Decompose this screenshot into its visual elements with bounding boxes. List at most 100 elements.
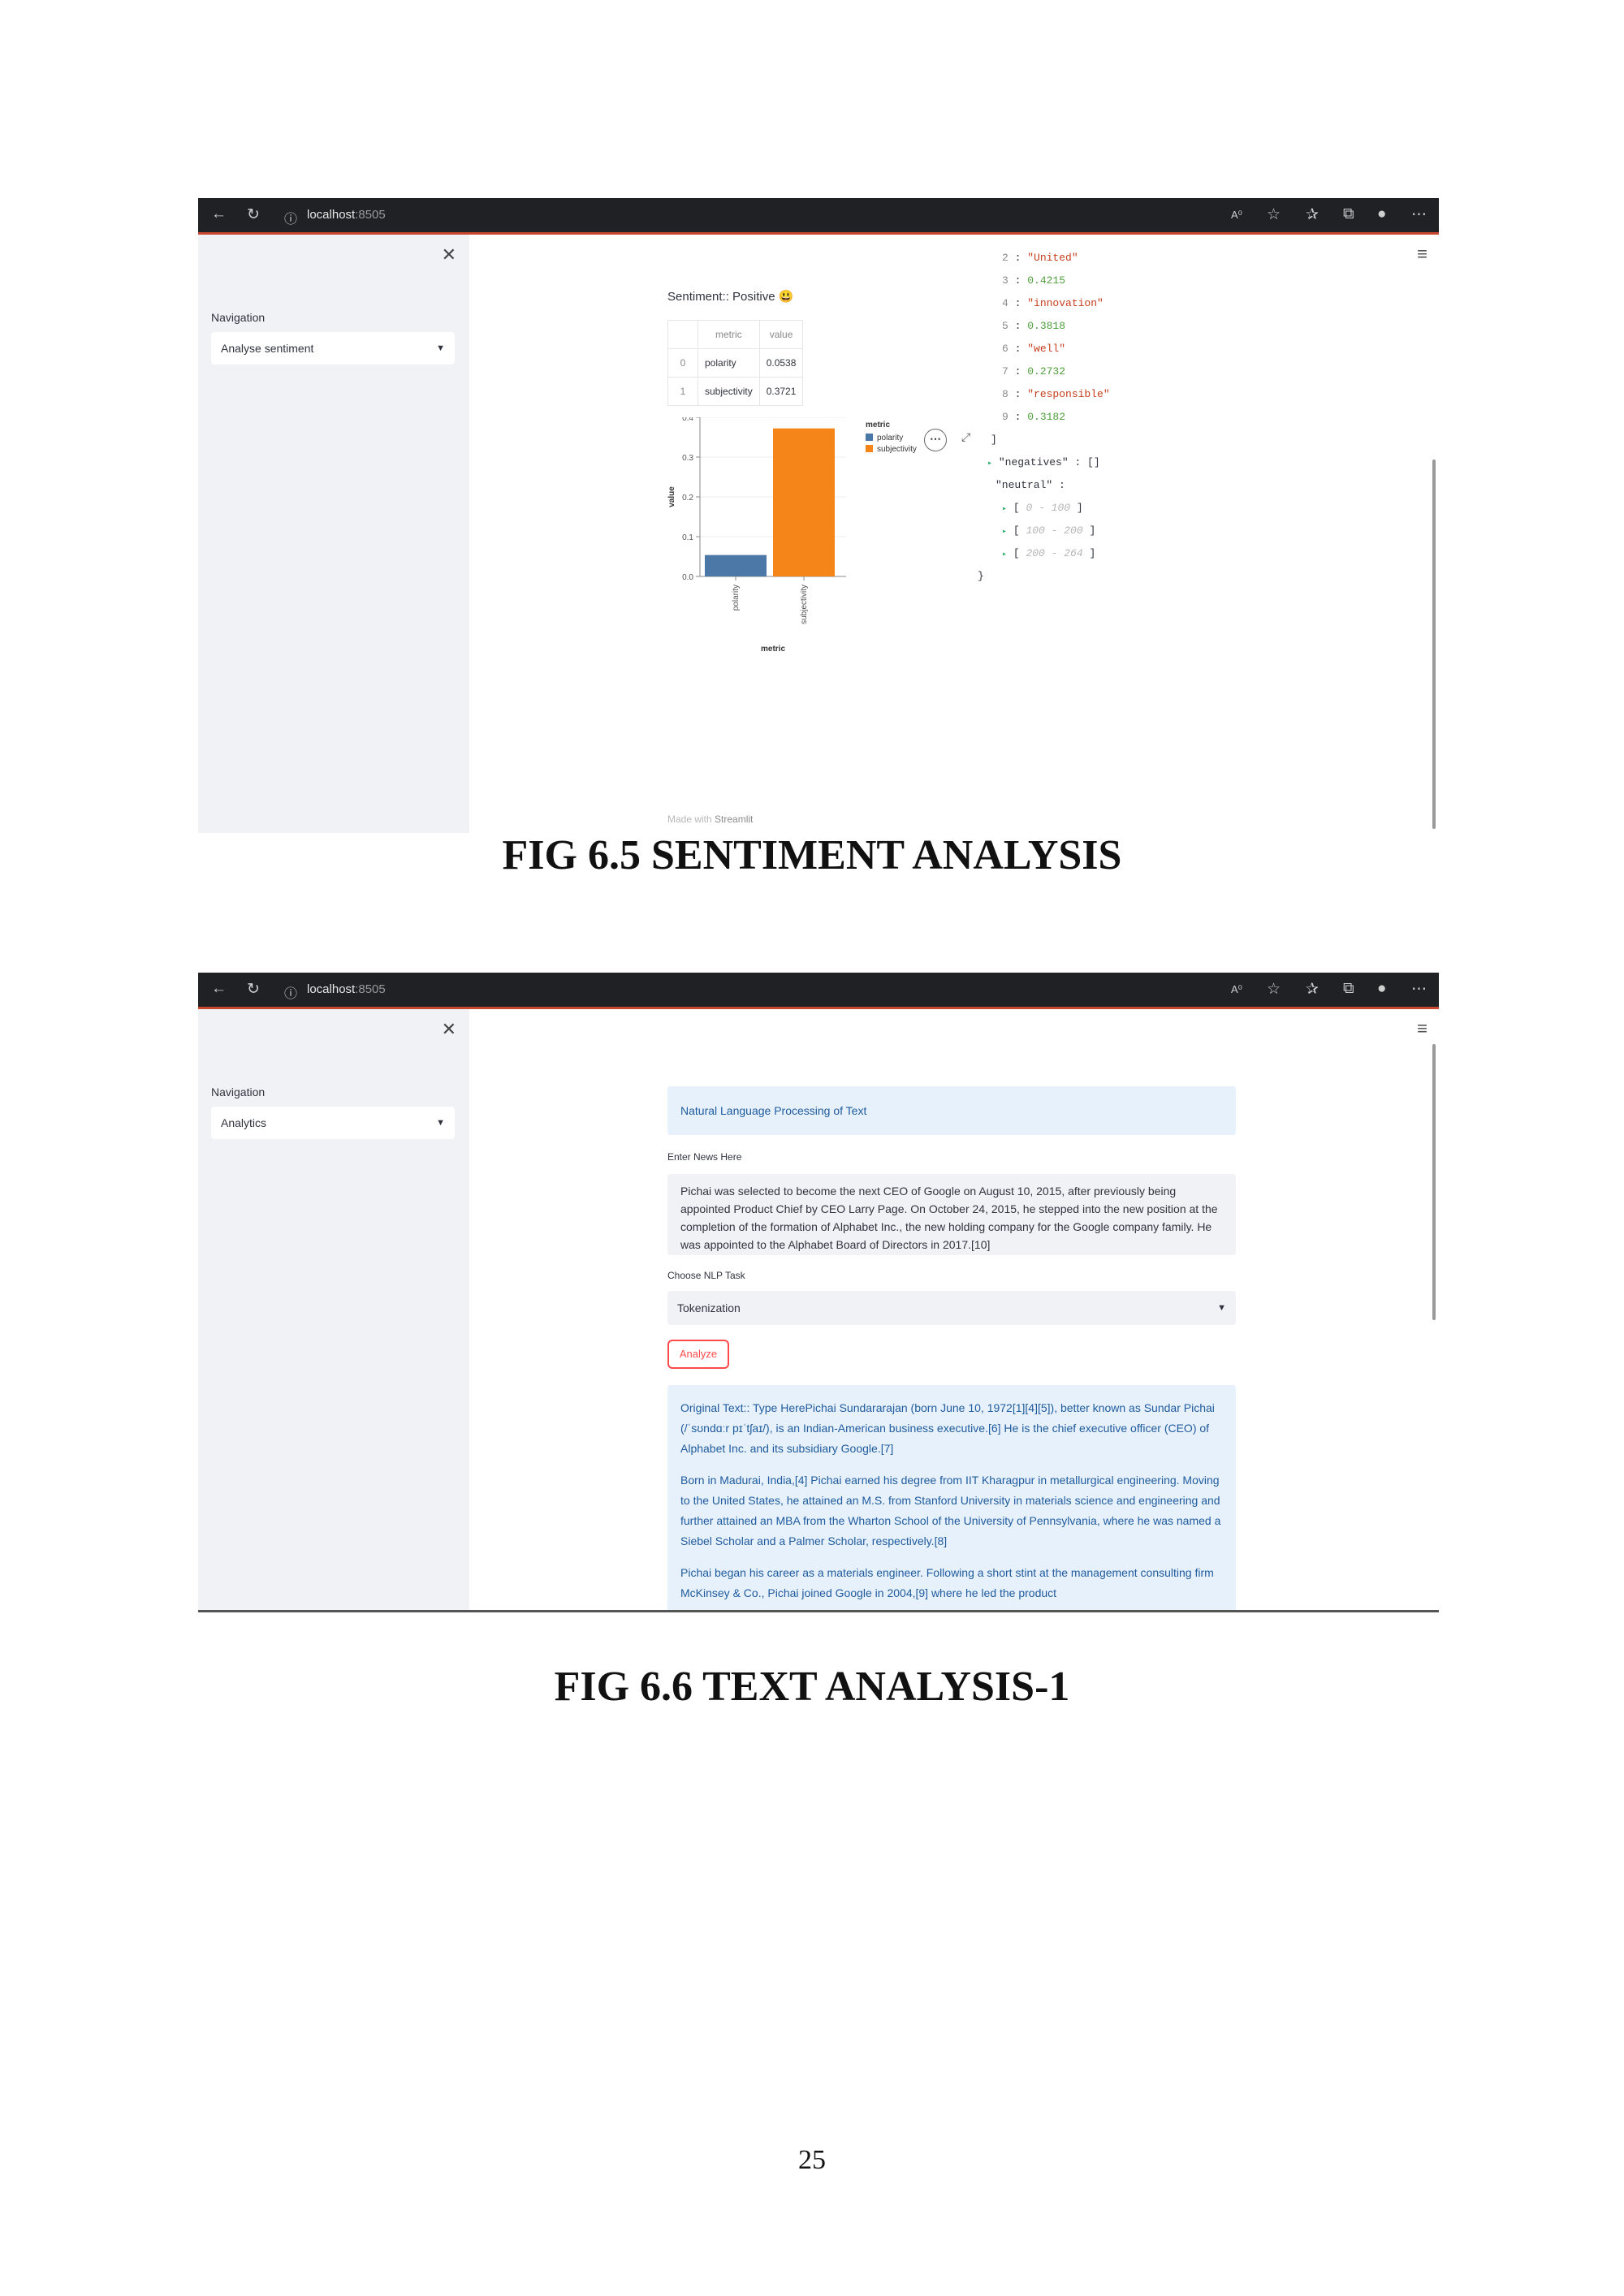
browser-toolbar: ← ↻ ⓘ localhost:8505 A⁰ ☆ ✰ ⧉ ● ⋯ bbox=[198, 198, 1439, 235]
sentiment-label: Sentiment:: Positive bbox=[667, 290, 775, 304]
url-port: :8505 bbox=[355, 208, 386, 222]
navigation-select[interactable]: Analyse sentiment ▼ bbox=[211, 332, 455, 365]
json-viewer: 2 : "United" 3 : 0.4215 4 : "innovation" 5 … bbox=[978, 247, 1110, 588]
page-number: 25 bbox=[798, 2145, 826, 2175]
reload-icon[interactable]: ↻ bbox=[247, 205, 260, 224]
json-separator: : bbox=[1008, 320, 1028, 332]
more-icon[interactable]: ⋯ bbox=[1411, 980, 1427, 999]
result-paragraph: Born in Madurai, India,[4] Pichai earned… bbox=[680, 1474, 1221, 1547]
table-header-index bbox=[667, 320, 698, 349]
expand-icon[interactable]: ▸ bbox=[1002, 550, 1007, 559]
add-favorite-icon[interactable]: ☆ bbox=[1267, 980, 1281, 999]
bracket-close: ] bbox=[1070, 502, 1083, 514]
nlp-task-selected-value: Tokenization bbox=[677, 1301, 741, 1314]
navigation-label: Navigation bbox=[211, 311, 266, 324]
bracket-close: ] bbox=[1082, 524, 1096, 537]
legend-title: metric bbox=[866, 421, 890, 429]
add-favorite-icon[interactable]: ☆ bbox=[1267, 205, 1281, 224]
streamlit-link[interactable]: Streamlit bbox=[715, 814, 753, 825]
scrollbar[interactable] bbox=[1432, 1044, 1436, 1320]
screenshot-sentiment-analysis: ← ↻ ⓘ localhost:8505 A⁰ ☆ ✰ ⧉ ● ⋯ ✕ Navi… bbox=[198, 198, 1439, 833]
collections-icon[interactable]: ⧉ bbox=[1343, 980, 1354, 998]
menu-icon[interactable]: ≡ bbox=[1417, 1018, 1427, 1039]
url-host: localhost bbox=[307, 208, 356, 222]
close-icon[interactable]: ✕ bbox=[442, 244, 456, 265]
json-index: 3 bbox=[1002, 274, 1009, 287]
news-input[interactable]: Pichai was selected to become the next C… bbox=[667, 1174, 1236, 1255]
profile-icon[interactable]: ● bbox=[1377, 980, 1386, 998]
bracket-close: ] bbox=[1082, 547, 1096, 559]
chart-actions-icon[interactable]: ⋯ bbox=[924, 429, 947, 451]
json-separator: : bbox=[1008, 365, 1028, 378]
json-range-row[interactable]: ▸ [ 0 - 100 ] bbox=[978, 497, 1110, 520]
json-negatives-row[interactable]: ▸ "negatives" : [] bbox=[978, 451, 1110, 474]
json-index: 6 bbox=[1002, 343, 1009, 355]
navigation-selected-value: Analyse sentiment bbox=[221, 342, 314, 355]
bar-subjectivity bbox=[773, 428, 835, 576]
json-index: 7 bbox=[1002, 365, 1009, 378]
url-bar[interactable]: localhost:8505 bbox=[307, 982, 386, 996]
y-tick-label: 0.4 bbox=[682, 417, 693, 423]
navigation-selected-value: Analytics bbox=[221, 1116, 267, 1129]
value-cell: 0.3721 bbox=[758, 377, 804, 406]
menu-icon[interactable]: ≡ bbox=[1417, 244, 1427, 265]
profile-icon[interactable]: ● bbox=[1377, 205, 1386, 223]
expand-icon[interactable]: ▸ bbox=[987, 460, 992, 468]
read-aloud-icon[interactable]: A⁰ bbox=[1231, 983, 1242, 996]
y-tick-label: 0.3 bbox=[682, 454, 693, 463]
nlp-task-select[interactable]: Tokenization ▼ bbox=[667, 1291, 1236, 1325]
info-icon[interactable]: ⓘ bbox=[284, 208, 297, 227]
expand-icon[interactable]: ▸ bbox=[1002, 528, 1007, 537]
footer-text: Made with bbox=[667, 814, 712, 825]
navigation-select[interactable]: Analytics ▼ bbox=[211, 1107, 455, 1139]
close-icon[interactable]: ✕ bbox=[442, 1019, 456, 1040]
url-bar[interactable]: localhost:8505 bbox=[307, 208, 386, 222]
x-axis-title: metric bbox=[761, 645, 785, 654]
screenshot-text-analysis: ← ↻ ⓘ localhost:8505 A⁰ ☆ ✰ ⧉ ● ⋯ ✕ Navi… bbox=[198, 973, 1439, 1612]
read-aloud-icon[interactable]: A⁰ bbox=[1231, 209, 1242, 222]
favorites-icon[interactable]: ✰ bbox=[1306, 205, 1319, 224]
result-paragraph: Original Text:: Type HerePichai Sundarar… bbox=[680, 1401, 1215, 1455]
footer: Made with Streamlit bbox=[667, 814, 753, 825]
json-separator: : bbox=[1008, 343, 1028, 355]
json-separator: : bbox=[1008, 411, 1028, 423]
page-title: Natural Language Processing of Text bbox=[667, 1086, 1236, 1135]
y-axis-title: value bbox=[667, 486, 676, 507]
json-negatives: "negatives" : [] bbox=[998, 456, 1100, 468]
smiley-icon: 😃 bbox=[778, 290, 794, 304]
sentiment-result: Sentiment:: Positive 😃 bbox=[667, 289, 793, 304]
legend-item: polarity bbox=[877, 434, 903, 442]
scrollbar[interactable] bbox=[1432, 460, 1436, 829]
json-value: 0.3818 bbox=[1027, 320, 1066, 332]
browser-toolbar: ← ↻ ⓘ localhost:8505 A⁰ ☆ ✰ ⧉ ● ⋯ bbox=[198, 973, 1439, 1009]
fullscreen-icon[interactable]: ⤢ bbox=[961, 430, 970, 444]
legend-swatch bbox=[866, 434, 873, 441]
y-tick-label: 0.0 bbox=[682, 573, 693, 582]
task-label: Choose NLP Task bbox=[667, 1270, 745, 1281]
json-close-brace: } bbox=[978, 570, 984, 582]
y-tick-label: 0.1 bbox=[682, 533, 693, 542]
json-value: "innovation" bbox=[1027, 297, 1104, 309]
favorites-icon[interactable]: ✰ bbox=[1306, 980, 1319, 999]
json-range: 0 - 100 bbox=[1026, 502, 1071, 514]
analyze-button[interactable]: Analyze bbox=[667, 1340, 729, 1369]
figure-caption: FIG 6.6 TEXT ANALYSIS-1 bbox=[554, 1664, 1070, 1710]
json-close-bracket: ] bbox=[991, 434, 997, 446]
chevron-down-icon: ▼ bbox=[436, 343, 445, 353]
back-icon[interactable]: ← bbox=[211, 980, 227, 998]
reload-icon[interactable]: ↻ bbox=[247, 980, 260, 999]
collections-icon[interactable]: ⧉ bbox=[1343, 205, 1354, 223]
json-range-row[interactable]: ▸ [ 100 - 200 ] bbox=[978, 520, 1110, 542]
more-icon[interactable]: ⋯ bbox=[1411, 205, 1427, 224]
expand-icon[interactable]: ▸ bbox=[1002, 505, 1007, 514]
back-icon[interactable]: ← bbox=[211, 205, 227, 223]
row-index: 1 bbox=[667, 377, 698, 406]
json-neutral-key: "neutral" : bbox=[996, 479, 1065, 491]
json-index: 4 bbox=[1002, 297, 1009, 309]
json-range-row[interactable]: ▸ [ 200 - 264 ] bbox=[978, 542, 1110, 565]
json-item: 5 : 0.3818 bbox=[978, 315, 1110, 338]
json-value: 0.2732 bbox=[1027, 365, 1066, 378]
x-tick-label: subjectivity bbox=[800, 585, 809, 624]
chevron-down-icon: ▼ bbox=[436, 1118, 445, 1128]
info-icon[interactable]: ⓘ bbox=[284, 982, 297, 1002]
